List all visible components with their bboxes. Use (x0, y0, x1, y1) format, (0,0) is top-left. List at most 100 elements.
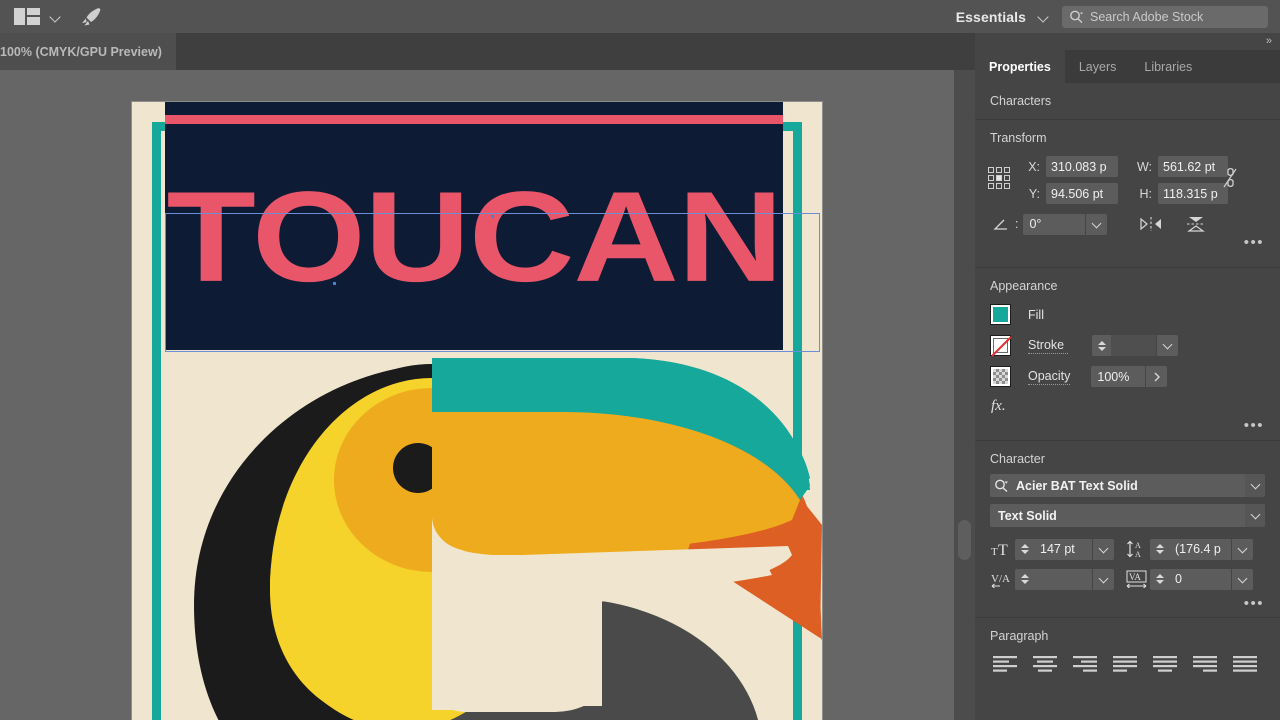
leading-dropdown[interactable] (1231, 538, 1253, 560)
h-input[interactable]: 118.315 p (1158, 183, 1228, 204)
opacity-expand-arrow[interactable] (1145, 366, 1168, 387)
opacity-label[interactable]: Opacity (1028, 369, 1071, 385)
fx-button[interactable]: fx. (975, 392, 1280, 415)
appearance-fill-row: Fill (975, 299, 1280, 330)
tab-properties[interactable]: Properties (975, 50, 1065, 83)
tracking-icon: VA (1124, 570, 1150, 588)
svg-text:V/A: V/A (991, 573, 1010, 585)
justify-last-right-icon[interactable] (1193, 655, 1219, 673)
x-value: 310.083 p (1051, 159, 1107, 174)
font-style-dropdown[interactable] (1245, 504, 1265, 527)
font-size-dropdown[interactable] (1092, 538, 1114, 560)
artwork-toucan-illustration[interactable] (132, 350, 822, 720)
rotation-angle-input[interactable]: 0° (1023, 213, 1086, 235)
opacity-input[interactable]: 100% (1091, 366, 1146, 387)
search-stock-icon (1070, 10, 1083, 23)
font-size-stepper[interactable] (1015, 538, 1034, 560)
x-label: X: (1028, 159, 1040, 174)
tab-layers-label: Layers (1078, 59, 1117, 74)
font-size-value: 147 pt (1040, 542, 1075, 556)
rotation-angle-dropdown[interactable] (1085, 213, 1108, 235)
leading-input[interactable]: (176.4 p (1169, 538, 1231, 560)
svg-text:T: T (991, 546, 998, 557)
arrange-documents-icon[interactable] (14, 8, 40, 25)
artwork-red-stripe (165, 115, 783, 124)
workspace-chevron-down-icon[interactable] (1038, 11, 1050, 23)
kerning-dropdown[interactable] (1092, 568, 1114, 590)
appearance-opacity-row: Opacity 100% (975, 361, 1280, 392)
align-right-icon[interactable] (1073, 655, 1099, 673)
double-chevron-right-icon[interactable]: » (1266, 36, 1272, 47)
artboard-canvas[interactable]: TOUCAN (0, 70, 954, 720)
stroke-none-swatch-icon[interactable] (990, 335, 1012, 357)
tab-layers[interactable]: Layers (1065, 50, 1131, 83)
leading-stepper[interactable] (1150, 538, 1169, 560)
opacity-control[interactable]: 100% (1091, 366, 1168, 387)
selection-type-label: Characters (990, 94, 1052, 108)
tracking-stepper[interactable] (1150, 568, 1169, 590)
panel-topbar: » (975, 33, 1280, 50)
leading-icon: A A (1124, 540, 1150, 558)
x-input[interactable]: 310.083 p (1046, 156, 1118, 177)
opacity-value: 100% (1097, 369, 1130, 384)
fill-label: Fill (1028, 307, 1044, 322)
transform-section-title: Transform (990, 131, 1047, 145)
workspace-switcher-label[interactable]: Essentials (956, 9, 1026, 25)
tab-libraries-label: Libraries (1144, 59, 1193, 74)
character-section: Acier BAT Text Solid Text Solid T T 147 … (975, 466, 1280, 611)
y-label: Y: (1028, 186, 1040, 201)
tracking-value: 0 (1175, 572, 1182, 586)
selection-anchor-point (333, 282, 336, 285)
stroke-weight-stepper[interactable] (1092, 335, 1111, 356)
rocket-icon[interactable] (80, 7, 102, 27)
character-more-options[interactable]: ••• (975, 594, 1280, 611)
document-tabbar: 100% (CMYK/GPU Preview) (0, 33, 975, 70)
stroke-label[interactable]: Stroke (1028, 338, 1068, 354)
paragraph-section-title: Paragraph (990, 629, 1049, 643)
justify-last-left-icon[interactable] (1113, 655, 1139, 673)
artwork-title-text[interactable]: TOUCAN (165, 128, 783, 350)
w-input[interactable]: 561.62 pt (1158, 156, 1228, 177)
document-tab[interactable]: 100% (CMYK/GPU Preview) (0, 33, 176, 70)
font-style-value: Text Solid (998, 508, 1057, 523)
transform-more-options[interactable]: ••• (975, 235, 1280, 250)
w-value: 561.62 pt (1163, 159, 1216, 174)
panel-collapse-grip[interactable] (954, 70, 975, 720)
font-size-input[interactable]: 147 pt (1034, 538, 1092, 560)
stroke-weight-input[interactable] (1111, 335, 1156, 356)
font-style-input[interactable]: Text Solid (990, 504, 1265, 527)
justify-all-icon[interactable] (1233, 655, 1259, 673)
font-family-dropdown[interactable] (1245, 474, 1265, 497)
y-input[interactable]: 94.506 pt (1046, 183, 1118, 204)
align-left-icon[interactable] (993, 655, 1019, 673)
panel-tabs: Properties Layers Libraries (975, 50, 1280, 83)
flip-vertical-icon[interactable] (1185, 215, 1207, 233)
appearance-more-options[interactable]: ••• (975, 415, 1280, 433)
panel-grip-handle[interactable] (958, 520, 971, 560)
transform-fields: X: 310.083 p W: 561.62 pt Y: 94.506 pt H… (1022, 145, 1280, 207)
opacity-checker-icon[interactable] (990, 366, 1011, 387)
link-broken-icon[interactable] (1222, 167, 1238, 189)
stroke-weight-dropdown[interactable] (1156, 335, 1178, 356)
kerning-icon: V/A (989, 570, 1015, 588)
svg-text:T: T (998, 542, 1008, 557)
transform-row-yh: Y: 94.506 pt H: 118.315 p (1022, 180, 1280, 207)
arrange-chevron-down-icon[interactable] (50, 11, 62, 23)
properties-panel: » Properties Layers Libraries Characters… (975, 33, 1280, 720)
tab-libraries[interactable]: Libraries (1130, 50, 1206, 83)
tracking-input[interactable]: 0 (1169, 568, 1231, 590)
rotation-angle-value: 0° (1029, 217, 1042, 231)
align-center-icon[interactable] (1033, 655, 1059, 673)
stroke-weight-control[interactable] (1092, 335, 1178, 356)
kerning-input[interactable] (1034, 568, 1092, 590)
flip-horizontal-icon[interactable] (1139, 216, 1163, 232)
tab-properties-label: Properties (989, 59, 1051, 74)
reference-point-grid-icon[interactable] (988, 167, 1012, 191)
fill-swatch-icon[interactable] (990, 304, 1011, 325)
kerning-stepper[interactable] (1015, 568, 1034, 590)
search-adobe-stock-input[interactable]: Search Adobe Stock (1062, 5, 1268, 28)
tracking-dropdown[interactable] (1231, 568, 1253, 590)
justify-last-center-icon[interactable] (1153, 655, 1179, 673)
svg-text:A: A (1135, 541, 1141, 550)
font-family-input[interactable]: Acier BAT Text Solid (990, 474, 1265, 497)
